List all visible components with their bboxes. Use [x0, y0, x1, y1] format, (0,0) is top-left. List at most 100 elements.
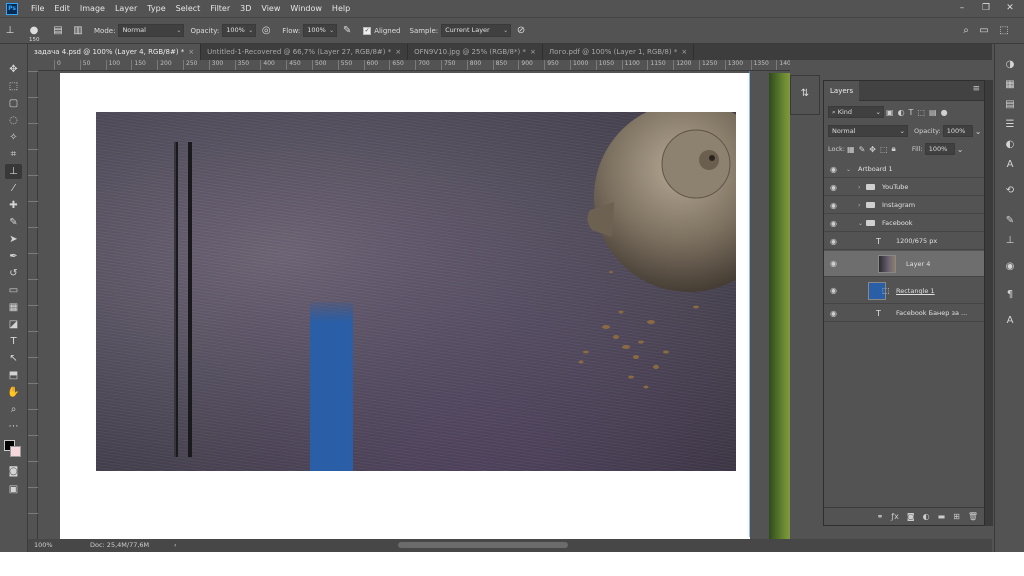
layer-row-6[interactable]: ◉ ⬚ Rectangle 1	[824, 278, 984, 304]
layer-row-2[interactable]: ◉ › Instagram	[824, 197, 984, 214]
lock-artboard-icon[interactable]: ⬚	[880, 145, 888, 154]
zoom-tool-icon[interactable]: ⌕	[5, 402, 22, 417]
properties-panel-icon[interactable]: ☰	[1003, 118, 1017, 132]
document-tab-2[interactable]: OFN9V10.jpg @ 25% (RGB/8*) * ×	[408, 44, 543, 60]
crop-tool-icon[interactable]: ⌗	[5, 147, 22, 162]
clone-stamp-tool-icon[interactable]: ⊥	[5, 164, 22, 179]
hand-tool-icon[interactable]: ✋	[5, 385, 22, 400]
brushes-panel-icon[interactable]: ✎	[1003, 214, 1017, 228]
chevron-down-icon[interactable]: ⌄	[957, 145, 964, 154]
sample-select[interactable]: Current Layer ⌄	[441, 24, 512, 37]
character-panel-icon[interactable]: A	[1003, 158, 1017, 172]
rectangle-tool-icon[interactable]: ▭	[5, 283, 22, 298]
menu-view[interactable]: View	[256, 0, 285, 17]
visibility-eye-icon[interactable]: ◉	[830, 237, 837, 246]
menu-layer[interactable]: Layer	[110, 0, 142, 17]
vertical-ruler[interactable]	[28, 71, 38, 539]
minimize-icon[interactable]: –	[950, 0, 974, 17]
share-icon[interactable]: ⬚	[997, 24, 1011, 38]
aligned-checkbox[interactable]: ✓	[363, 26, 372, 35]
layer-opacity-input[interactable]: 100%	[942, 125, 973, 137]
mode-select[interactable]: Normal ⌄	[118, 24, 185, 37]
clone-stamp-tool-icon[interactable]: ⊥	[3, 24, 17, 38]
move-tool-icon[interactable]: ✥	[5, 62, 22, 77]
color-panel-icon[interactable]: ◑	[1003, 58, 1017, 72]
layer-row-3[interactable]: ◉ ⌄ Facebook	[824, 215, 984, 232]
document-tab-3[interactable]: Лого.pdf @ 100% (Layer 1, RGB/8) * ×	[543, 44, 695, 60]
visibility-eye-icon[interactable]: ◉	[830, 259, 837, 268]
visibility-eye-icon[interactable]: ◉	[830, 201, 837, 210]
layer-fill-input[interactable]: 100%	[924, 143, 955, 155]
collapsed-panel[interactable]: ⇅	[790, 75, 820, 115]
eyedropper-tool-icon[interactable]: ⁄	[5, 181, 22, 196]
menu-filter[interactable]: Filter	[205, 0, 235, 17]
shape-tool-icon[interactable]: ⬒	[5, 368, 22, 383]
visibility-eye-icon[interactable]: ◉	[830, 286, 837, 295]
expand-chevron-icon[interactable]: ⌄	[858, 215, 863, 232]
menu-help[interactable]: Help	[327, 0, 355, 17]
layer-row-1[interactable]: ◉ › YouTube	[824, 179, 984, 196]
background-color-swatch[interactable]	[10, 446, 21, 457]
delete-layer-icon[interactable]: 🗑︎	[968, 512, 978, 521]
layer-row-0[interactable]: ◉ ⌄ Artboard 1	[824, 161, 984, 178]
ignore-adjustment-icon[interactable]: ⊘	[514, 24, 528, 38]
close-icon[interactable]: ✕	[998, 0, 1022, 17]
lock-pixels-icon[interactable]: ✎	[859, 145, 866, 154]
menu-file[interactable]: File	[26, 0, 49, 17]
glyphs-panel-icon[interactable]: A	[1003, 314, 1017, 328]
filter-pixel-icon[interactable]: ▣	[886, 108, 894, 117]
add-mask-icon[interactable]: ◙	[907, 512, 915, 521]
new-group-icon[interactable]: ▬	[938, 512, 946, 521]
brush-tool-icon[interactable]: ✎	[5, 215, 22, 230]
properties-icon[interactable]: ⇅	[791, 88, 819, 99]
screen-mode-icon[interactable]: ▣	[5, 482, 22, 497]
brush-panel-icon[interactable]: ▤	[51, 24, 65, 38]
menu-image[interactable]: Image	[75, 0, 110, 17]
filter-adjustment-icon[interactable]: ◐	[898, 108, 905, 117]
adjustments-panel-icon[interactable]: ◐	[1003, 138, 1017, 152]
styles-panel-icon[interactable]: ◉	[1003, 260, 1017, 274]
gradient-tool-icon[interactable]: ▦	[5, 300, 22, 315]
visibility-eye-icon[interactable]: ◉	[830, 183, 837, 192]
layer-row-7[interactable]: ◉ T Facebook Банер за ...	[824, 305, 984, 322]
search-icon[interactable]: ⌕	[959, 24, 973, 38]
visibility-eye-icon[interactable]: ◉	[830, 309, 837, 318]
type-tool-icon[interactable]: T	[5, 334, 22, 349]
airbrush-icon[interactable]: ✎	[340, 24, 354, 38]
horizontal-scrollbar[interactable]	[398, 542, 568, 548]
document-tab-1[interactable]: Untitled-1-Recovered @ 66,7% (Layer 27, …	[201, 44, 409, 60]
layers-scrollbar[interactable]	[985, 80, 993, 526]
direct-select-tool-icon[interactable]: ↖	[5, 351, 22, 366]
new-adjustment-icon[interactable]: ◐	[923, 512, 930, 521]
blend-mode-select[interactable]: Normal ⌄	[828, 125, 908, 137]
menu-edit[interactable]: Edit	[49, 0, 75, 17]
opacity-input[interactable]: 100% ⌄	[222, 24, 257, 37]
document-tab-0[interactable]: задача 4.psd @ 100% (Layer 4, RGB/8#) * ×	[28, 44, 202, 60]
quick-select-tool-icon[interactable]: ✧	[5, 130, 22, 145]
lasso-tool-icon[interactable]: ◌	[5, 113, 22, 128]
layer-row-5[interactable]: ◉ Layer 4	[824, 251, 984, 277]
expand-chevron-icon[interactable]: ›	[858, 197, 860, 214]
swatches-panel-icon[interactable]: ▦	[1003, 78, 1017, 92]
filter-toggle-icon[interactable]: ●	[941, 108, 948, 117]
lock-position-icon[interactable]: ✥	[869, 145, 876, 154]
vertical-guide[interactable]	[749, 71, 750, 537]
quick-mask-icon[interactable]: ◙	[5, 464, 22, 479]
history-panel-icon[interactable]: ⟲	[1003, 184, 1017, 198]
slate-photo[interactable]	[96, 112, 736, 471]
brush-preset-picker[interactable]: ● 150	[23, 24, 45, 43]
canvas-area[interactable]	[38, 71, 790, 539]
panel-menu-icon[interactable]: ≡	[972, 84, 980, 94]
clone-source-panel-icon[interactable]: ⊥	[1003, 234, 1017, 248]
close-tab-icon[interactable]: ×	[681, 48, 687, 56]
link-layers-icon[interactable]: ⚭	[877, 512, 884, 521]
clone-source-icon[interactable]: ▥	[71, 24, 85, 38]
filter-type-icon[interactable]: T	[909, 108, 914, 117]
close-tab-icon[interactable]: ×	[395, 48, 401, 56]
chevron-down-icon[interactable]: ⌄	[975, 127, 982, 136]
lock-all-icon[interactable]: 🔒︎	[892, 144, 896, 154]
libraries-panel-icon[interactable]: ▤	[1003, 98, 1017, 112]
paragraph-panel-icon[interactable]: ¶	[1003, 288, 1017, 302]
lock-transparent-icon[interactable]: ▦	[847, 145, 855, 154]
healing-brush-tool-icon[interactable]: ✚	[5, 198, 22, 213]
